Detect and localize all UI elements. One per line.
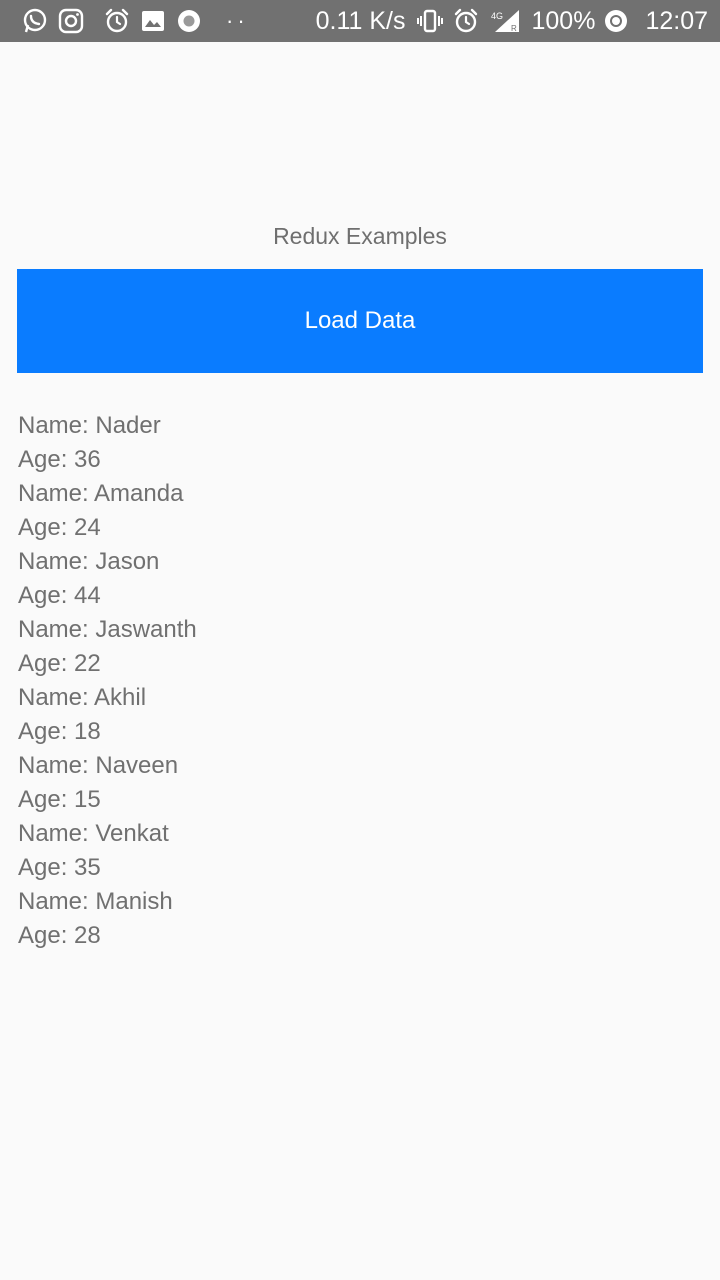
network-speed: 0.11 K/s [315, 6, 406, 35]
page-title: Redux Examples [273, 223, 447, 249]
vibrate-icon [415, 6, 445, 36]
record-icon [174, 6, 204, 36]
alarm-icon [102, 6, 132, 36]
status-bar-right: 0.11 K/s 4G R 100% 12:07 [316, 6, 708, 36]
people-list: Name: Nader Age: 36 Name: Amanda Age: 24… [18, 409, 197, 953]
person-name: Name: Manish [18, 888, 173, 915]
person-age: Age: 35 [18, 854, 101, 881]
person-age: Age: 28 [18, 922, 101, 949]
person-name: Name: Akhil [18, 684, 147, 711]
battery-saver-icon [601, 6, 631, 36]
person-name: Name: Venkat [18, 820, 169, 847]
person-name: Name: Naveen [18, 752, 179, 779]
person-name: Name: Jaswanth [18, 616, 197, 643]
person-name: Name: Amanda [18, 480, 184, 507]
person-age: Age: 22 [18, 650, 101, 677]
person-age: Age: 18 [18, 718, 101, 745]
gallery-icon [138, 6, 168, 36]
instagram-icon [56, 6, 86, 36]
whatsapp-icon [20, 6, 50, 36]
clock: 12:07 [645, 6, 708, 35]
more-notifications-dots: ·· [226, 8, 249, 33]
app-screen: ·· 0.11 K/s 4G R 100% 12:07 Redux Example… [0, 0, 720, 1280]
load-data-button[interactable]: Load Data [17, 269, 703, 373]
status-bar-left: ·· [20, 6, 267, 36]
person-age: Age: 15 [18, 786, 101, 813]
battery-percentage: 100% [531, 6, 596, 35]
svg-text:R: R [511, 24, 517, 33]
signal-4g-icon: 4G R [487, 6, 521, 36]
person-age: Age: 44 [18, 582, 101, 609]
person-name: Name: Nader [18, 412, 161, 439]
status-bar: ·· 0.11 K/s 4G R 100% 12:07 [0, 0, 720, 42]
person-age: Age: 24 [18, 514, 101, 541]
person-age: Age: 36 [18, 446, 101, 473]
alarm-icon [451, 6, 481, 36]
person-name: Name: Jason [18, 548, 160, 575]
svg-text:4G: 4G [491, 11, 503, 21]
